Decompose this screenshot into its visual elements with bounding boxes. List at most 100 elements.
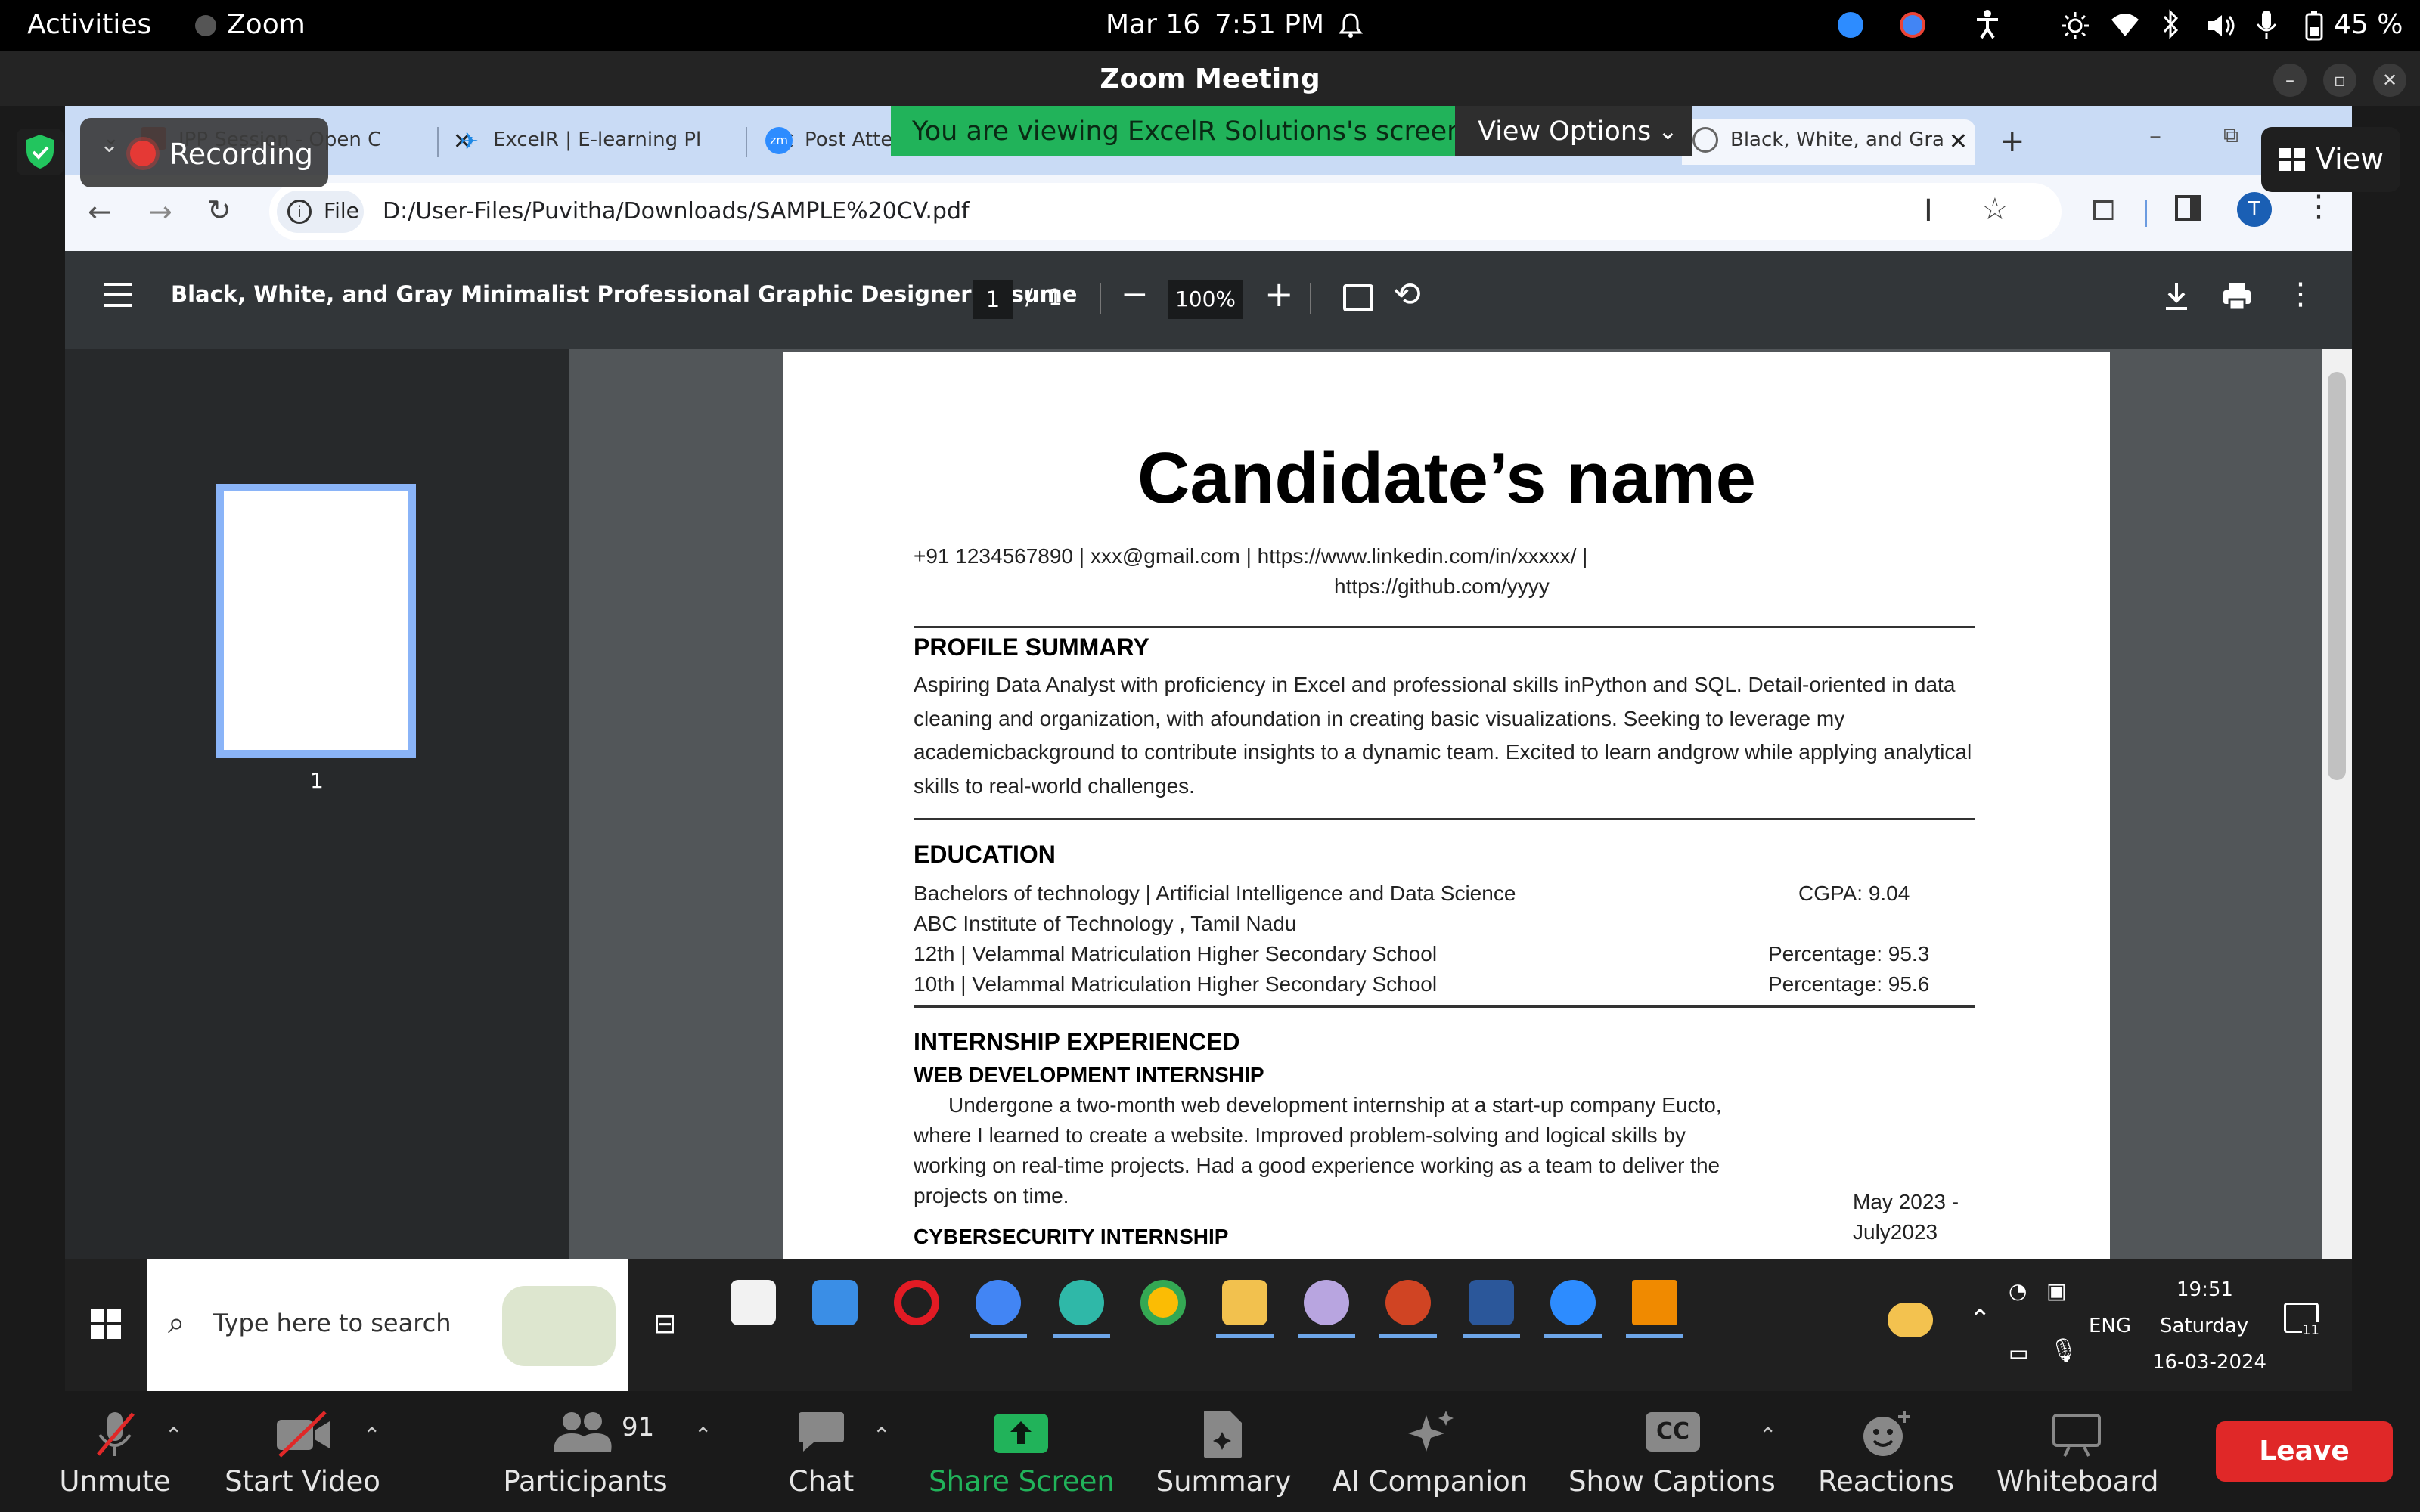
language-indicator[interactable]: ENG — [2089, 1315, 2131, 1337]
side-panel-icon[interactable] — [2175, 195, 2201, 221]
taskbar-date[interactable]: 16-03-2024 — [2152, 1351, 2266, 1374]
chevron-down-icon[interactable]: ⌄ — [100, 132, 119, 158]
ai-companion-button[interactable]: AI Companion — [1331, 1393, 1529, 1512]
audio-options-caret-icon[interactable]: ⌃ — [165, 1423, 182, 1448]
print-icon[interactable] — [2222, 281, 2252, 311]
cyber-internship-heading: CYBERSECURITY INTERNSHIP — [914, 1225, 1229, 1248]
mic-tray-icon[interactable]: 🎙 — [2049, 1337, 2078, 1364]
tray-overflow-icon[interactable]: ⌃ — [1969, 1304, 1991, 1334]
view-button[interactable]: View — [2261, 127, 2400, 192]
notification-count: 11 — [2302, 1322, 2319, 1338]
wifi-icon[interactable] — [2110, 12, 2140, 38]
show-captions-button[interactable]: CC Show Captions — [1568, 1393, 1776, 1512]
word-icon[interactable] — [1469, 1280, 1514, 1325]
window-restore-icon[interactable]: ⧉ — [2223, 122, 2238, 148]
pdf-scrollbar[interactable] — [2322, 349, 2352, 1391]
security-shield-icon[interactable] — [17, 129, 64, 175]
share-screen-button[interactable]: Share Screen — [927, 1393, 1116, 1512]
extensions-icon[interactable]: ⧠ — [2092, 194, 2114, 228]
bluetooth-icon[interactable] — [2160, 9, 2181, 39]
eclipse-icon[interactable] — [1304, 1280, 1349, 1325]
download-icon[interactable] — [2163, 281, 2190, 311]
reload-icon[interactable]: ↻ — [207, 194, 231, 227]
page-thumbnail[interactable] — [216, 484, 416, 758]
windows-start-icon[interactable] — [91, 1309, 121, 1339]
participants-button[interactable]: 91 Participants — [499, 1393, 672, 1512]
start-video-button[interactable]: Start Video — [219, 1393, 386, 1512]
whiteboard-button[interactable]: Whiteboard — [1996, 1393, 2158, 1512]
leave-button[interactable]: Leave — [2216, 1421, 2393, 1482]
zoom-favicon: zm — [765, 127, 793, 154]
battery-icon[interactable] — [2305, 11, 2323, 41]
participants-caret-icon[interactable]: ⌃ — [694, 1423, 712, 1448]
chat-button[interactable]: Chat — [777, 1393, 865, 1512]
recording-indicator[interactable]: ⌄ Recording — [80, 118, 328, 187]
minimize-button[interactable]: – — [2273, 64, 2307, 97]
unmute-button[interactable]: Unmute — [45, 1393, 185, 1512]
chrome-icon[interactable] — [1140, 1280, 1186, 1325]
battery-tray-icon[interactable]: ▭ — [2009, 1340, 2028, 1365]
more-actions-icon[interactable]: ⋮ — [2285, 277, 2316, 311]
taskbar-search[interactable]: ⌕ Type here to search — [147, 1259, 628, 1391]
close-tab-icon[interactable]: ✕ — [1949, 129, 1968, 155]
profile-avatar[interactable]: T — [2237, 192, 2272, 227]
fit-page-icon[interactable] — [1343, 284, 1373, 311]
task-view-icon[interactable]: ⊟ — [653, 1309, 676, 1340]
zoom-out-icon[interactable]: − — [1121, 275, 1149, 314]
whiteboard-icon — [2051, 1409, 2102, 1459]
opera-icon[interactable] — [894, 1280, 939, 1325]
back-icon[interactable]: ← — [88, 195, 112, 228]
view-options-button[interactable]: View Options ⌄ — [1455, 106, 1692, 156]
chrome-tray-icon[interactable] — [1900, 12, 1925, 38]
mail-icon[interactable] — [812, 1280, 858, 1325]
activities-button[interactable]: Activities — [27, 9, 151, 40]
reactions-button[interactable]: Reactions — [1817, 1393, 1956, 1512]
file-explorer-icon[interactable] — [1222, 1280, 1267, 1325]
brightness-icon[interactable] — [2060, 11, 2090, 41]
forward-icon[interactable]: → — [148, 195, 172, 228]
new-tab-icon[interactable]: + — [2000, 124, 2025, 159]
captions-caret-icon[interactable]: ⌃ — [1759, 1423, 1776, 1448]
zoom-tray-icon[interactable] — [1838, 12, 1863, 38]
chat-caret-icon[interactable]: ⌃ — [873, 1423, 890, 1448]
browser-tab[interactable]: ✈ ExcelR | E-learning Pl ✕ — [448, 119, 803, 165]
summary-button[interactable]: Summary — [1153, 1393, 1295, 1512]
microphone-icon[interactable] — [2255, 9, 2278, 41]
hamburger-menu-icon[interactable] — [103, 281, 133, 308]
rotate-icon[interactable]: ⟲ — [1393, 275, 1421, 314]
bookmark-star-icon[interactable]: ☆ — [1981, 192, 2009, 227]
browser-tab-active[interactable]: Black, White, and Gra ✕ — [1682, 119, 1975, 165]
taskbar-time[interactable]: 19:51 — [2176, 1278, 2233, 1301]
address-bar[interactable]: i File D:/User-Files/Puvitha/Downloads/S… — [269, 183, 2062, 240]
app-menu-label[interactable]: Zoom — [227, 9, 306, 40]
window-minimize-icon[interactable]: – — [2149, 121, 2161, 150]
url-text[interactable]: D:/User-Files/Puvitha/Downloads/SAMPLE%2… — [383, 198, 970, 225]
chat-icon — [797, 1409, 845, 1455]
accessibility-icon[interactable] — [1974, 9, 2001, 39]
info-icon: i — [287, 200, 312, 224]
powerpoint-icon[interactable] — [1385, 1280, 1431, 1325]
edge-icon[interactable] — [1059, 1280, 1104, 1325]
zoom-in-icon[interactable]: + — [1264, 274, 1294, 314]
volume-icon[interactable] — [2205, 11, 2235, 41]
clock-label[interactable]: 7:51 PM — [1215, 9, 1324, 40]
scrollbar-thumb[interactable] — [2328, 372, 2346, 780]
date-label[interactable]: Mar 16 — [1106, 9, 1200, 40]
page-number-input[interactable]: 1 — [973, 280, 1013, 319]
start-video-label: Start Video — [225, 1465, 380, 1498]
zoom-level-input[interactable]: 100% — [1168, 280, 1243, 319]
close-window-button[interactable]: ✕ — [2373, 64, 2406, 97]
network-icon[interactable]: ◔ — [2009, 1278, 2027, 1303]
taskbar-day[interactable]: Saturday — [2160, 1315, 2248, 1337]
camera-tray-icon[interactable]: ▣ — [2046, 1278, 2066, 1303]
chrome-profile-icon[interactable] — [976, 1280, 1021, 1325]
site-info-chip[interactable]: i File — [277, 191, 364, 233]
maximize-button[interactable]: ▫ — [2323, 64, 2356, 97]
zoom-meeting-controls: Unmute ⌃ Start Video ⌃ 91 Participants ⌃… — [0, 1393, 2420, 1512]
weather-icon[interactable] — [1888, 1303, 1933, 1337]
vlc-icon[interactable] — [1632, 1280, 1677, 1325]
zoom-taskbar-icon[interactable] — [1550, 1280, 1596, 1325]
video-options-caret-icon[interactable]: ⌃ — [363, 1423, 380, 1448]
chrome-menu-icon[interactable]: ⋮ — [2304, 189, 2334, 224]
microsoft-store-icon[interactable] — [731, 1280, 776, 1325]
